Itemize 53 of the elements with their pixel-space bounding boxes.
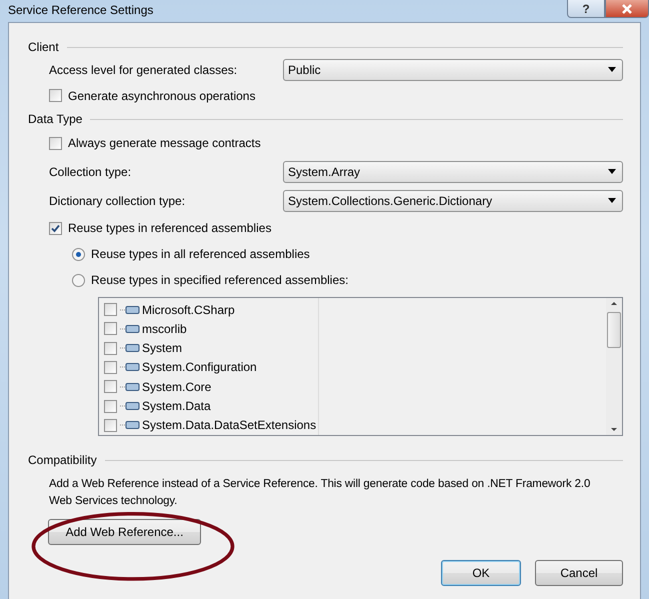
radio-label: Reuse types in all referenced assemblies [91,247,310,261]
checkbox-label: Generate asynchronous operations [68,88,256,102]
checkbox-label: Always generate message contracts [68,136,261,150]
assembly-icon [120,362,140,372]
checkbox[interactable] [104,360,117,374]
dialog-button[interactable]: Cancel [535,560,623,586]
assembly-icon [120,304,140,315]
section-heading: Client [28,40,59,54]
section-heading: Compatibility [28,453,97,467]
dropdown[interactable]: System.Collections.Generic.Dictionary [283,190,623,212]
assembly-icon [120,420,140,430]
caret-icon [608,198,616,203]
description-text: Add a Web Reference instead of a Service Reference. This will generate code based on .NET Framework 2.0 Web Services technology. [49,477,592,509]
help-button[interactable]: ? [567,0,605,18]
assembly-name[interactable]: System [142,341,182,356]
assembly-icon [120,382,140,392]
field-label: Collection type: [49,164,132,178]
scrollbar-thumb[interactable] [607,312,621,348]
assembly-name[interactable]: System.Data.DataSetExtensions [142,418,316,432]
assembly-icon [120,324,140,334]
assembly-icon [120,401,140,412]
scrollbar[interactable] [606,298,622,435]
checkbox[interactable] [104,418,117,432]
assembly-icon [120,343,140,354]
checkbox-label: Reuse types in referenced assemblies [68,221,272,235]
caret-icon [608,169,616,174]
checkbox[interactable] [49,136,62,150]
dialog-button[interactable]: OK [441,560,521,586]
caret-icon [608,67,616,72]
checkbox[interactable] [104,303,117,316]
radio-button[interactable] [72,248,85,260]
radio-label: Reuse types in specified referenced assemblies: [91,273,348,287]
checkbox[interactable] [104,400,117,413]
assembly-name[interactable]: mscorlib [142,322,187,336]
assembly-name[interactable]: Microsoft.CSharp [142,302,235,317]
checkbox[interactable] [49,89,62,102]
checkbox[interactable] [104,342,117,355]
window-title: Service Reference Settings [8,3,154,17]
section-heading: Data Type [28,112,82,126]
assembly-name[interactable]: System.Configuration [142,360,257,374]
add-web-reference-button[interactable]: Add Web Reference... [48,519,201,545]
close-icon [621,4,633,14]
field-label: Access level for generated classes: [49,62,238,76]
close-button[interactable] [605,0,649,18]
checkbox[interactable] [49,222,62,234]
dropdown[interactable]: System.Array [283,160,623,182]
radio-button[interactable] [72,274,85,286]
assembly-name[interactable]: System.Core [142,380,212,394]
checkbox[interactable] [104,322,117,336]
checkbox[interactable] [104,380,117,394]
dropdown[interactable]: Public [283,58,623,80]
assembly-name[interactable]: System.Data [142,399,211,414]
field-label: Dictionary collection type: [49,194,186,208]
